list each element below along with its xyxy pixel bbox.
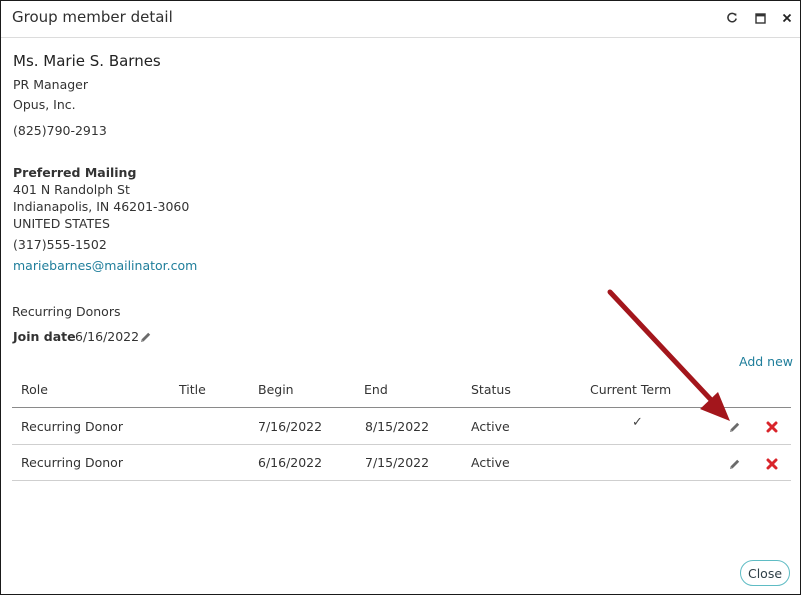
- annotation-arrow: [607, 289, 730, 421]
- title-bar: Group member detail: [1, 1, 800, 38]
- current-term-check: ✓: [632, 415, 643, 430]
- email-link[interactable]: mariebarnes@mailinator.com: [13, 258, 197, 273]
- table-bottom-divider: [12, 480, 791, 481]
- cell-status: Active: [471, 419, 510, 434]
- edit-icon[interactable]: [726, 456, 742, 472]
- join-date-label: Join date: [13, 329, 76, 344]
- row-divider: [12, 444, 791, 445]
- edit-icon[interactable]: [726, 419, 742, 435]
- group-member-dialog: Group member detail Ms. Marie S. Barnes …: [0, 0, 801, 595]
- mailing-phone: (317)555-1502: [13, 237, 107, 252]
- maximize-icon[interactable]: [752, 10, 768, 26]
- header-divider: [12, 407, 791, 408]
- close-icon[interactable]: [779, 10, 795, 26]
- member-job-title: PR Manager: [13, 77, 88, 92]
- dialog-title: Group member detail: [12, 8, 173, 26]
- cell-role: Recurring Donor: [21, 419, 123, 434]
- col-header-end: End: [364, 382, 388, 397]
- cell-end: 8/15/2022: [365, 419, 430, 434]
- delete-icon[interactable]: [764, 419, 780, 435]
- cell-role: Recurring Donor: [21, 455, 123, 470]
- add-new-link[interactable]: Add new: [739, 354, 793, 369]
- mailing-street: 401 N Randolph St: [13, 182, 130, 197]
- edit-join-date-icon[interactable]: [137, 329, 153, 345]
- cell-begin: 7/16/2022: [258, 419, 323, 434]
- join-date-value: 6/16/2022: [75, 329, 140, 344]
- member-name: Ms. Marie S. Barnes: [13, 52, 161, 70]
- group-name: Recurring Donors: [12, 304, 121, 319]
- mailing-city: Indianapolis, IN 46201-3060: [13, 199, 190, 214]
- member-organization: Opus, Inc.: [13, 97, 76, 112]
- delete-icon[interactable]: [764, 456, 780, 472]
- col-header-role: Role: [21, 382, 48, 397]
- mailing-country: UNITED STATES: [13, 216, 110, 231]
- col-header-title: Title: [179, 382, 206, 397]
- cell-begin: 6/16/2022: [258, 455, 323, 470]
- col-header-status: Status: [471, 382, 511, 397]
- cell-status: Active: [471, 455, 510, 470]
- cell-end: 7/15/2022: [365, 455, 430, 470]
- member-phone: (825)790-2913: [13, 123, 107, 138]
- close-button[interactable]: Close: [740, 560, 790, 586]
- col-header-begin: Begin: [258, 382, 294, 397]
- col-header-current-term: Current Term: [590, 382, 672, 397]
- refresh-icon[interactable]: [724, 10, 740, 26]
- mailing-heading: Preferred Mailing: [13, 165, 137, 180]
